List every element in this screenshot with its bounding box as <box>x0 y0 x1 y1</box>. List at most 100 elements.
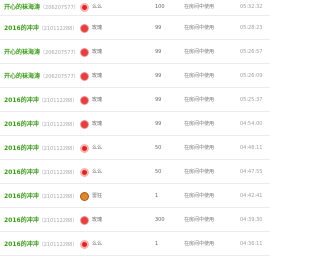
rose-icon <box>80 72 89 81</box>
user-nickname-text[interactable]: 2016的冲冲 <box>4 169 39 176</box>
gift-count: 99 <box>155 121 162 127</box>
usage-status: 在房间中使用 <box>184 73 215 79</box>
user-nickname-text[interactable]: 2016的冲冲 <box>4 25 39 32</box>
gift-name: 玫瑰 <box>92 121 103 127</box>
gift-name: 玫瑰 <box>92 73 103 79</box>
user-id: （210112288） <box>38 146 78 152</box>
timestamp: 05:26:57 <box>240 49 263 55</box>
gift-count: 99 <box>155 25 162 31</box>
rose-icon <box>80 216 89 225</box>
usage-status: 在房间中使用 <box>184 97 215 103</box>
gift-count: 99 <box>155 73 162 79</box>
gift-name: 玫瑰 <box>92 49 103 55</box>
timestamp: 04:36:11 <box>240 241 263 247</box>
user-id: （210112288） <box>38 170 78 176</box>
user-nickname-text[interactable]: 2016的冲冲 <box>4 145 39 152</box>
user-nickname[interactable]: 2016的冲冲（210112288） <box>4 168 77 178</box>
gift-count: 99 <box>155 49 162 55</box>
usage-status: 在房间中使用 <box>184 49 215 55</box>
timestamp: 05:26:09 <box>240 73 263 79</box>
user-id: （206207577） <box>40 5 79 11</box>
table-row: 2016的冲冲（210112288） 雷狂 1 在房间中使用 04:42:41 <box>0 184 270 208</box>
rose-icon <box>80 120 89 129</box>
gift-count: 300 <box>155 217 165 223</box>
table-row: 开心的袜海涛（206207577） 玫瑰 99 在房间中使用 05:26:09 <box>0 64 270 88</box>
timestamp: 05:32:32 <box>240 4 263 10</box>
user-nickname[interactable]: 2016的冲冲（210112288） <box>4 120 77 130</box>
gift-count: 1 <box>155 241 159 247</box>
lips-icon <box>80 3 89 12</box>
rose-icon <box>80 48 89 57</box>
table-row: 2016的冲冲（210112288） 玫瑰 300 在房间中使用 04:39:3… <box>0 208 270 232</box>
user-nickname-text[interactable]: 2016的冲冲 <box>4 97 39 104</box>
user-nickname[interactable]: 开心的袜海涛（206207577） <box>4 3 79 13</box>
gift-count: 99 <box>155 97 162 103</box>
timestamp: 05:25:37 <box>240 97 263 103</box>
timestamp: 04:47:55 <box>240 169 263 175</box>
user-nickname-text[interactable]: 2016的冲冲 <box>4 121 39 128</box>
gift-name: 雷狂 <box>92 193 103 199</box>
user-nickname-text[interactable]: 开心的袜海涛 <box>4 49 40 56</box>
timestamp: 04:39:30 <box>240 217 263 223</box>
user-nickname-text[interactable]: 2016的冲冲 <box>4 193 39 200</box>
user-nickname[interactable]: 2016的冲冲（210112288） <box>4 192 77 202</box>
gift-name: 么么 <box>92 145 103 151</box>
usage-status: 在房间中使用 <box>184 217 215 223</box>
user-nickname-text[interactable]: 2016的冲冲 <box>4 241 39 248</box>
timestamp: 05:28:23 <box>240 25 263 31</box>
table-row: 2016的冲冲（210112288） 玫瑰 99 在房间中使用 05:25:37 <box>0 88 270 112</box>
usage-status: 在房间中使用 <box>184 25 215 31</box>
table-row: 开心的袜海涛（206207577） 么么 100 在房间中使用 05:32:32 <box>0 0 270 16</box>
lips-icon <box>80 168 89 177</box>
user-nickname-text[interactable]: 开心的袜海涛 <box>4 73 40 80</box>
usage-status: 在房间中使用 <box>184 193 215 199</box>
usage-status: 在房间中使用 <box>184 169 215 175</box>
timestamp: 04:54:00 <box>240 121 263 127</box>
table-row: 开心的袜海涛（206207577） 玫瑰 99 在房间中使用 05:26:57 <box>0 40 270 64</box>
user-id: （206207577） <box>40 50 79 56</box>
user-nickname[interactable]: 2016的冲冲（210112288） <box>4 240 77 250</box>
lips-icon <box>80 240 89 249</box>
user-nickname[interactable]: 开心的袜海涛（206207577） <box>4 48 79 58</box>
timestamp: 04:48:11 <box>240 145 263 151</box>
user-id: （210112288） <box>38 242 78 248</box>
lips-icon <box>80 144 89 153</box>
user-id: （210112288） <box>38 218 78 224</box>
user-nickname-text[interactable]: 2016的冲冲 <box>4 217 39 224</box>
user-nickname[interactable]: 开心的袜海涛（206207577） <box>4 72 79 82</box>
gift-count: 1 <box>155 193 159 199</box>
user-nickname[interactable]: 2016的冲冲（210112288） <box>4 144 77 154</box>
gift-name: 么么 <box>92 241 103 247</box>
user-nickname-text[interactable]: 开心的袜海涛 <box>4 4 40 11</box>
gift-name: 玫瑰 <box>92 97 103 103</box>
usage-status: 在房间中使用 <box>184 4 215 10</box>
gift-name: 么么 <box>92 169 103 175</box>
user-id: （210112288） <box>38 98 78 104</box>
user-nickname[interactable]: 2016的冲冲（210112288） <box>4 24 77 34</box>
table-row: 2016的冲冲（210112288） 玫瑰 99 在房间中使用 04:54:00 <box>0 112 270 136</box>
gift-count: 100 <box>155 4 165 10</box>
table-row: 2016的冲冲（210112288） 么么 50 在房间中使用 04:48:11 <box>0 136 270 160</box>
table-row: 2016的冲冲（210112288） 玫瑰 99 在房间中使用 05:28:23 <box>0 16 270 40</box>
lion-icon <box>80 192 89 201</box>
gift-name: 玫瑰 <box>92 25 103 31</box>
user-id: （210112288） <box>38 194 78 200</box>
gift-count: 50 <box>155 145 162 151</box>
table-row: 2016的冲冲（210112288） 么么 1 在房间中使用 04:36:11 <box>0 232 270 256</box>
user-nickname[interactable]: 2016的冲冲（210112288） <box>4 96 77 106</box>
table-row: 2016的冲冲（210112288） 么么 50 在房间中使用 04:47:55 <box>0 160 270 184</box>
gift-name: 么么 <box>92 4 103 10</box>
user-nickname[interactable]: 2016的冲冲（210112288） <box>4 216 77 226</box>
rose-icon <box>80 24 89 33</box>
gift-log-table: 开心的袜海涛（206207577） 么么 100 在房间中使用 05:32:32… <box>0 0 270 259</box>
rose-icon <box>80 96 89 105</box>
gift-name: 玫瑰 <box>92 217 103 223</box>
usage-status: 在房间中使用 <box>184 145 215 151</box>
usage-status: 在房间中使用 <box>184 121 215 127</box>
gift-count: 50 <box>155 169 162 175</box>
usage-status: 在房间中使用 <box>184 241 215 247</box>
user-id: （210112288） <box>38 26 78 32</box>
user-id: （206207577） <box>40 74 79 80</box>
timestamp: 04:42:41 <box>240 193 263 199</box>
user-id: （210112288） <box>38 122 78 128</box>
